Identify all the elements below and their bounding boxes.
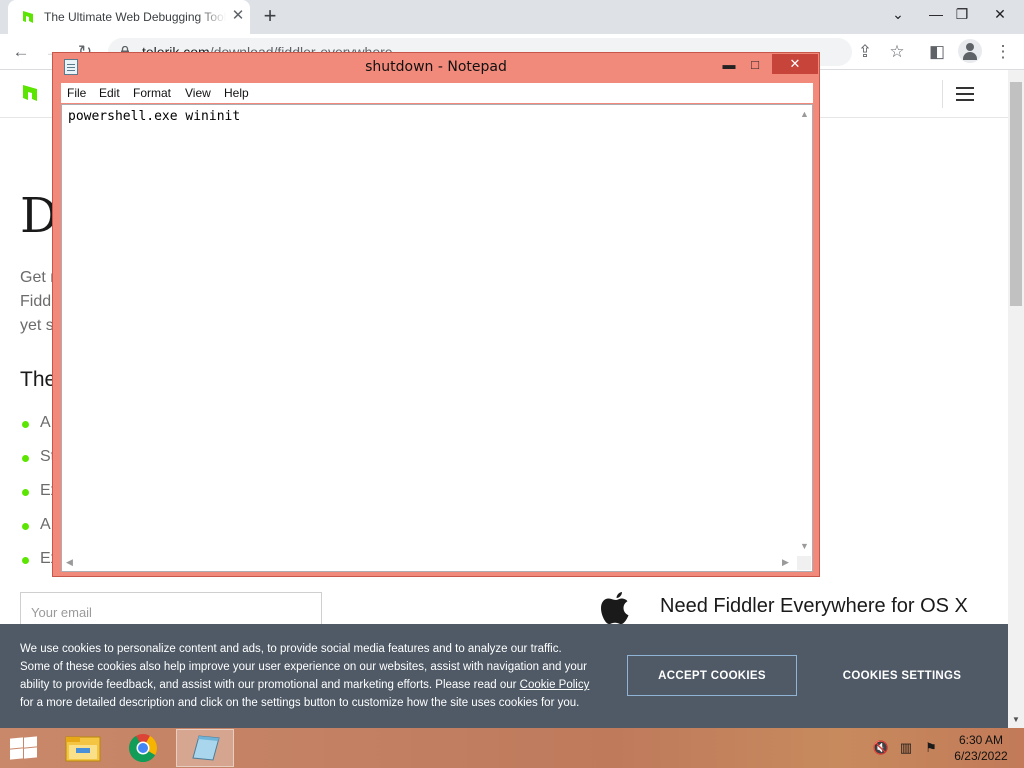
notepad-content: powershell.exe wininit [68, 109, 241, 124]
notepad-menubar: File Edit Format View Help [61, 83, 813, 103]
notepad-horizontal-scrollbar[interactable]: ◀ ▶ [62, 555, 796, 571]
network-icon[interactable]: ▥ [897, 740, 915, 756]
notepad-maximize-button[interactable]: □ [742, 55, 768, 75]
side-panel-icon[interactable]: ◧ [924, 39, 950, 65]
page-scrollbar[interactable]: ▼ [1008, 70, 1024, 728]
resize-grip-icon[interactable] [797, 556, 811, 570]
telerik-logo-icon[interactable] [20, 82, 40, 104]
profile-avatar[interactable] [958, 39, 982, 63]
windows-start-icon[interactable] [8, 736, 38, 760]
window-close-button[interactable]: ✕ [980, 0, 1020, 30]
notepad-window: shutdown - Notepad ▬ □ ✕ File Edit Forma… [52, 52, 820, 577]
back-button[interactable]: ← [8, 39, 34, 65]
scrollbar-thumb[interactable] [1010, 82, 1022, 306]
bookmark-star-icon[interactable]: ☆ [884, 39, 910, 65]
menu-format[interactable]: Format [133, 86, 171, 100]
features-heading: The [20, 368, 57, 391]
notepad-title: shutdown - Notepad [365, 59, 507, 75]
clock-date: 6/23/2022 [954, 749, 1008, 763]
chrome-icon[interactable] [114, 729, 172, 767]
notepad-minimize-button[interactable]: ▬ [716, 55, 742, 75]
browser-tabstrip: The Ultimate Web Debugging Tool ✕ + ⌄ — … [0, 0, 1024, 34]
chrome-logo-icon [129, 734, 157, 762]
notepad-close-button[interactable]: ✕ [772, 54, 818, 74]
cookie-policy-link[interactable]: Cookie Policy [520, 679, 590, 691]
cookie-banner: We use cookies to personalize content an… [0, 624, 1008, 728]
scroll-right-arrow-icon[interactable]: ▶ [782, 557, 789, 568]
system-clock[interactable]: 6:30 AM 6/23/2022 [946, 732, 1016, 764]
apple-icon [601, 592, 629, 624]
menu-edit[interactable]: Edit [99, 86, 120, 100]
file-explorer-icon[interactable] [54, 729, 112, 767]
cookie-text-before: We use cookies to personalize content an… [20, 643, 587, 691]
scroll-down-arrow-icon[interactable]: ▼ [800, 541, 809, 551]
hamburger-menu-icon[interactable] [956, 87, 974, 101]
action-center-icon[interactable]: ⚑ [922, 740, 940, 756]
new-tab-button[interactable]: + [258, 5, 282, 29]
header-divider [942, 80, 943, 108]
tab-search-button[interactable]: ⌄ [878, 0, 918, 30]
window-restore-button[interactable]: ❐ [942, 0, 982, 30]
notepad-taskbar-icon [192, 735, 220, 761]
cookie-text-after: for a more detailed description and clic… [20, 697, 580, 709]
osx-download-text: Need Fiddler Everywhere for OS X [660, 595, 968, 617]
scroll-up-arrow-icon[interactable]: ▲ [800, 109, 809, 119]
folder-icon [65, 736, 101, 762]
tab-close-icon[interactable]: ✕ [230, 8, 246, 24]
fiddler-favicon-icon [23, 11, 33, 23]
notepad-vertical-scrollbar[interactable]: ▲ ▼ [796, 105, 812, 555]
speaker-muted-icon[interactable]: 🔇 [872, 740, 890, 756]
accept-cookies-button[interactable]: ACCEPT COOKIES [627, 655, 797, 696]
browser-tab[interactable]: The Ultimate Web Debugging Tool ✕ [8, 0, 250, 34]
browser-menu-icon[interactable]: ⋮ [990, 39, 1016, 65]
menu-view[interactable]: View [185, 86, 211, 100]
cookie-message: We use cookies to personalize content an… [20, 640, 590, 712]
menu-help[interactable]: Help [224, 86, 249, 100]
share-icon[interactable]: ⇪ [852, 39, 878, 65]
scroll-left-arrow-icon[interactable]: ◀ [66, 557, 73, 568]
cookies-settings-button[interactable]: COOKIES SETTINGS [830, 655, 974, 696]
tab-title: The Ultimate Web Debugging Tool [44, 10, 226, 24]
menu-file[interactable]: File [67, 86, 86, 100]
scroll-down-arrow-icon[interactable]: ▼ [1008, 714, 1024, 726]
notepad-icon[interactable] [176, 729, 234, 767]
windows-taskbar: 🔇 ▥ ⚑ 6:30 AM 6/23/2022 [0, 728, 1024, 768]
clock-time: 6:30 AM [958, 733, 1004, 747]
notepad-text-area[interactable]: powershell.exe wininit ▲ ▼ ◀ ▶ [61, 104, 813, 572]
